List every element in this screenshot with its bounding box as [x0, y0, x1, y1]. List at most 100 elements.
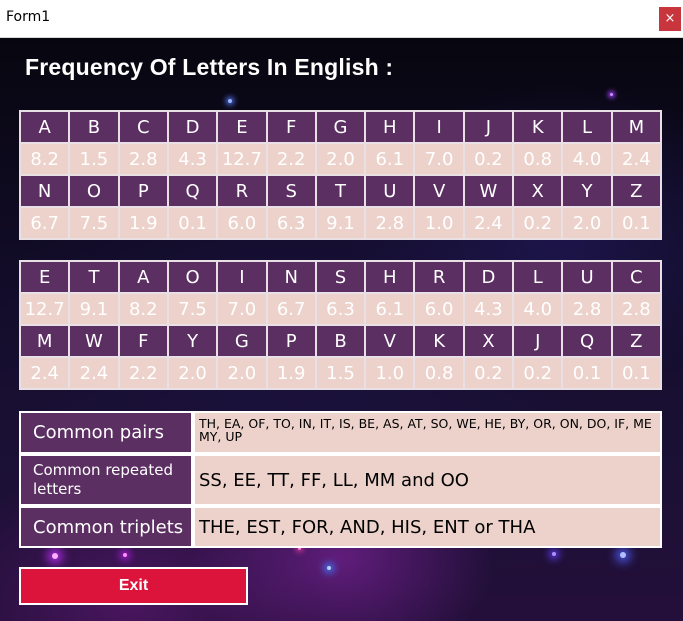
frequency-cell: 0.8	[514, 144, 562, 174]
letter-cell: U	[563, 262, 611, 292]
window-title: Form1	[6, 9, 51, 25]
frequency-cell: 6.0	[415, 294, 463, 324]
frequency-cell: 8.2	[119, 294, 167, 324]
frequency-cell: 6.1	[366, 144, 414, 174]
letter-cell: X	[514, 176, 562, 206]
frequency-cell: 2.4	[70, 358, 118, 388]
frequency-cell: 12.7	[21, 294, 69, 324]
letter-cell: E	[218, 112, 266, 142]
letter-cell: B	[70, 112, 118, 142]
frequency-cell: 2.8	[563, 294, 611, 324]
common-pairs-row: Common pairs TH, EA, OF, TO, IN, IT, IS,…	[21, 413, 660, 452]
close-button[interactable]: ×	[659, 7, 681, 31]
letter-cell: K	[514, 112, 562, 142]
frequency-cell: 9.1	[316, 208, 365, 238]
letter-cell: W	[464, 176, 513, 206]
frequency-cell: 2.2	[119, 358, 167, 388]
star-decoration	[327, 566, 331, 570]
letter-cell: A	[119, 262, 167, 292]
letter-cell: B	[316, 326, 365, 356]
star-decoration	[228, 99, 232, 103]
common-repeated-label: Common repeated letters	[21, 456, 191, 504]
common-triplets-row: Common triplets THE, EST, FOR, AND, HIS,…	[21, 508, 660, 546]
exit-button[interactable]: Exit	[19, 567, 248, 605]
frequency-cell: 1.5	[70, 144, 118, 174]
frequency-cell: 0.1	[612, 358, 660, 388]
frequency-cell: 0.2	[514, 358, 562, 388]
letter-cell: C	[612, 262, 660, 292]
letter-cell: O	[70, 176, 118, 206]
letter-cell: X	[464, 326, 513, 356]
letter-cell: J	[464, 112, 513, 142]
common-repeated-value: SS, EE, TT, FF, LL, MM and OO	[195, 456, 660, 504]
letter-cell: R	[415, 262, 463, 292]
letter-cell: Q	[563, 326, 611, 356]
frequency-cell: 7.5	[70, 208, 118, 238]
frequency-cell: 12.7	[218, 144, 266, 174]
title-bar: Form1 ×	[0, 0, 683, 38]
common-pairs-label: Common pairs	[21, 413, 191, 452]
letter-cell: V	[366, 326, 414, 356]
frequency-cell: 0.2	[464, 144, 513, 174]
frequency-cell: 2.0	[168, 358, 217, 388]
letter-cell: Y	[563, 176, 611, 206]
letter-cell: D	[464, 262, 513, 292]
star-decoration	[552, 552, 556, 556]
frequency-cell: 7.5	[168, 294, 217, 324]
letter-cell: L	[514, 262, 562, 292]
alphabetical-frequency-table: A B C D E F G H I J K L M 8.2 1.5 2.8 4.…	[19, 110, 662, 240]
star-decoration	[123, 553, 127, 557]
frequency-cell: 2.0	[563, 208, 611, 238]
frequency-cell: 2.8	[119, 144, 167, 174]
letter-cell: T	[316, 176, 365, 206]
common-pairs-value: TH, EA, OF, TO, IN, IT, IS, BE, AS, AT, …	[195, 413, 660, 452]
frequency-cell: 1.0	[366, 358, 414, 388]
letter-cell: P	[267, 326, 315, 356]
letter-cell: O	[168, 262, 217, 292]
frequency-cell: 0.1	[563, 358, 611, 388]
star-decoration	[52, 553, 58, 559]
common-triplets-value: THE, EST, FOR, AND, HIS, ENT or THA	[195, 508, 660, 546]
letter-cell: P	[119, 176, 167, 206]
frequency-cell: 6.7	[267, 294, 315, 324]
star-decoration	[610, 93, 613, 96]
frequency-cell: 8.2	[21, 144, 69, 174]
letter-cell: N	[267, 262, 315, 292]
letter-cell: S	[316, 262, 365, 292]
frequency-cell: 1.5	[316, 358, 365, 388]
frequency-cell: 2.8	[612, 294, 660, 324]
letter-cell: D	[168, 112, 217, 142]
letter-cell: C	[119, 112, 167, 142]
letter-cell: F	[119, 326, 167, 356]
frequency-cell: 1.9	[119, 208, 167, 238]
letter-cell: W	[70, 326, 118, 356]
frequency-cell: 6.3	[316, 294, 365, 324]
letter-cell: V	[415, 176, 463, 206]
common-patterns-table: Common pairs TH, EA, OF, TO, IN, IT, IS,…	[19, 411, 662, 548]
frequency-cell: 1.0	[415, 208, 463, 238]
frequency-cell: 6.1	[366, 294, 414, 324]
letter-cell: N	[21, 176, 69, 206]
frequency-cell: 4.3	[464, 294, 513, 324]
frequency-cell: 1.9	[267, 358, 315, 388]
letter-cell: E	[21, 262, 69, 292]
common-repeated-row: Common repeated letters SS, EE, TT, FF, …	[21, 456, 660, 504]
frequency-cell: 2.4	[21, 358, 69, 388]
letter-cell: S	[267, 176, 315, 206]
letter-cell: M	[21, 326, 69, 356]
letter-cell: F	[267, 112, 315, 142]
star-decoration	[620, 552, 626, 558]
letter-cell: Z	[612, 326, 660, 356]
frequency-cell: 7.0	[415, 144, 463, 174]
letter-cell: Q	[168, 176, 217, 206]
letter-cell: Z	[612, 176, 660, 206]
frequency-cell: 2.4	[464, 208, 513, 238]
frequency-cell: 0.1	[168, 208, 217, 238]
letter-cell: K	[415, 326, 463, 356]
letter-cell: H	[366, 112, 414, 142]
frequency-cell: 2.0	[316, 144, 365, 174]
frequency-cell: 7.0	[218, 294, 266, 324]
frequency-cell: 9.1	[70, 294, 118, 324]
letter-cell: T	[70, 262, 118, 292]
frequency-cell: 0.1	[612, 208, 660, 238]
